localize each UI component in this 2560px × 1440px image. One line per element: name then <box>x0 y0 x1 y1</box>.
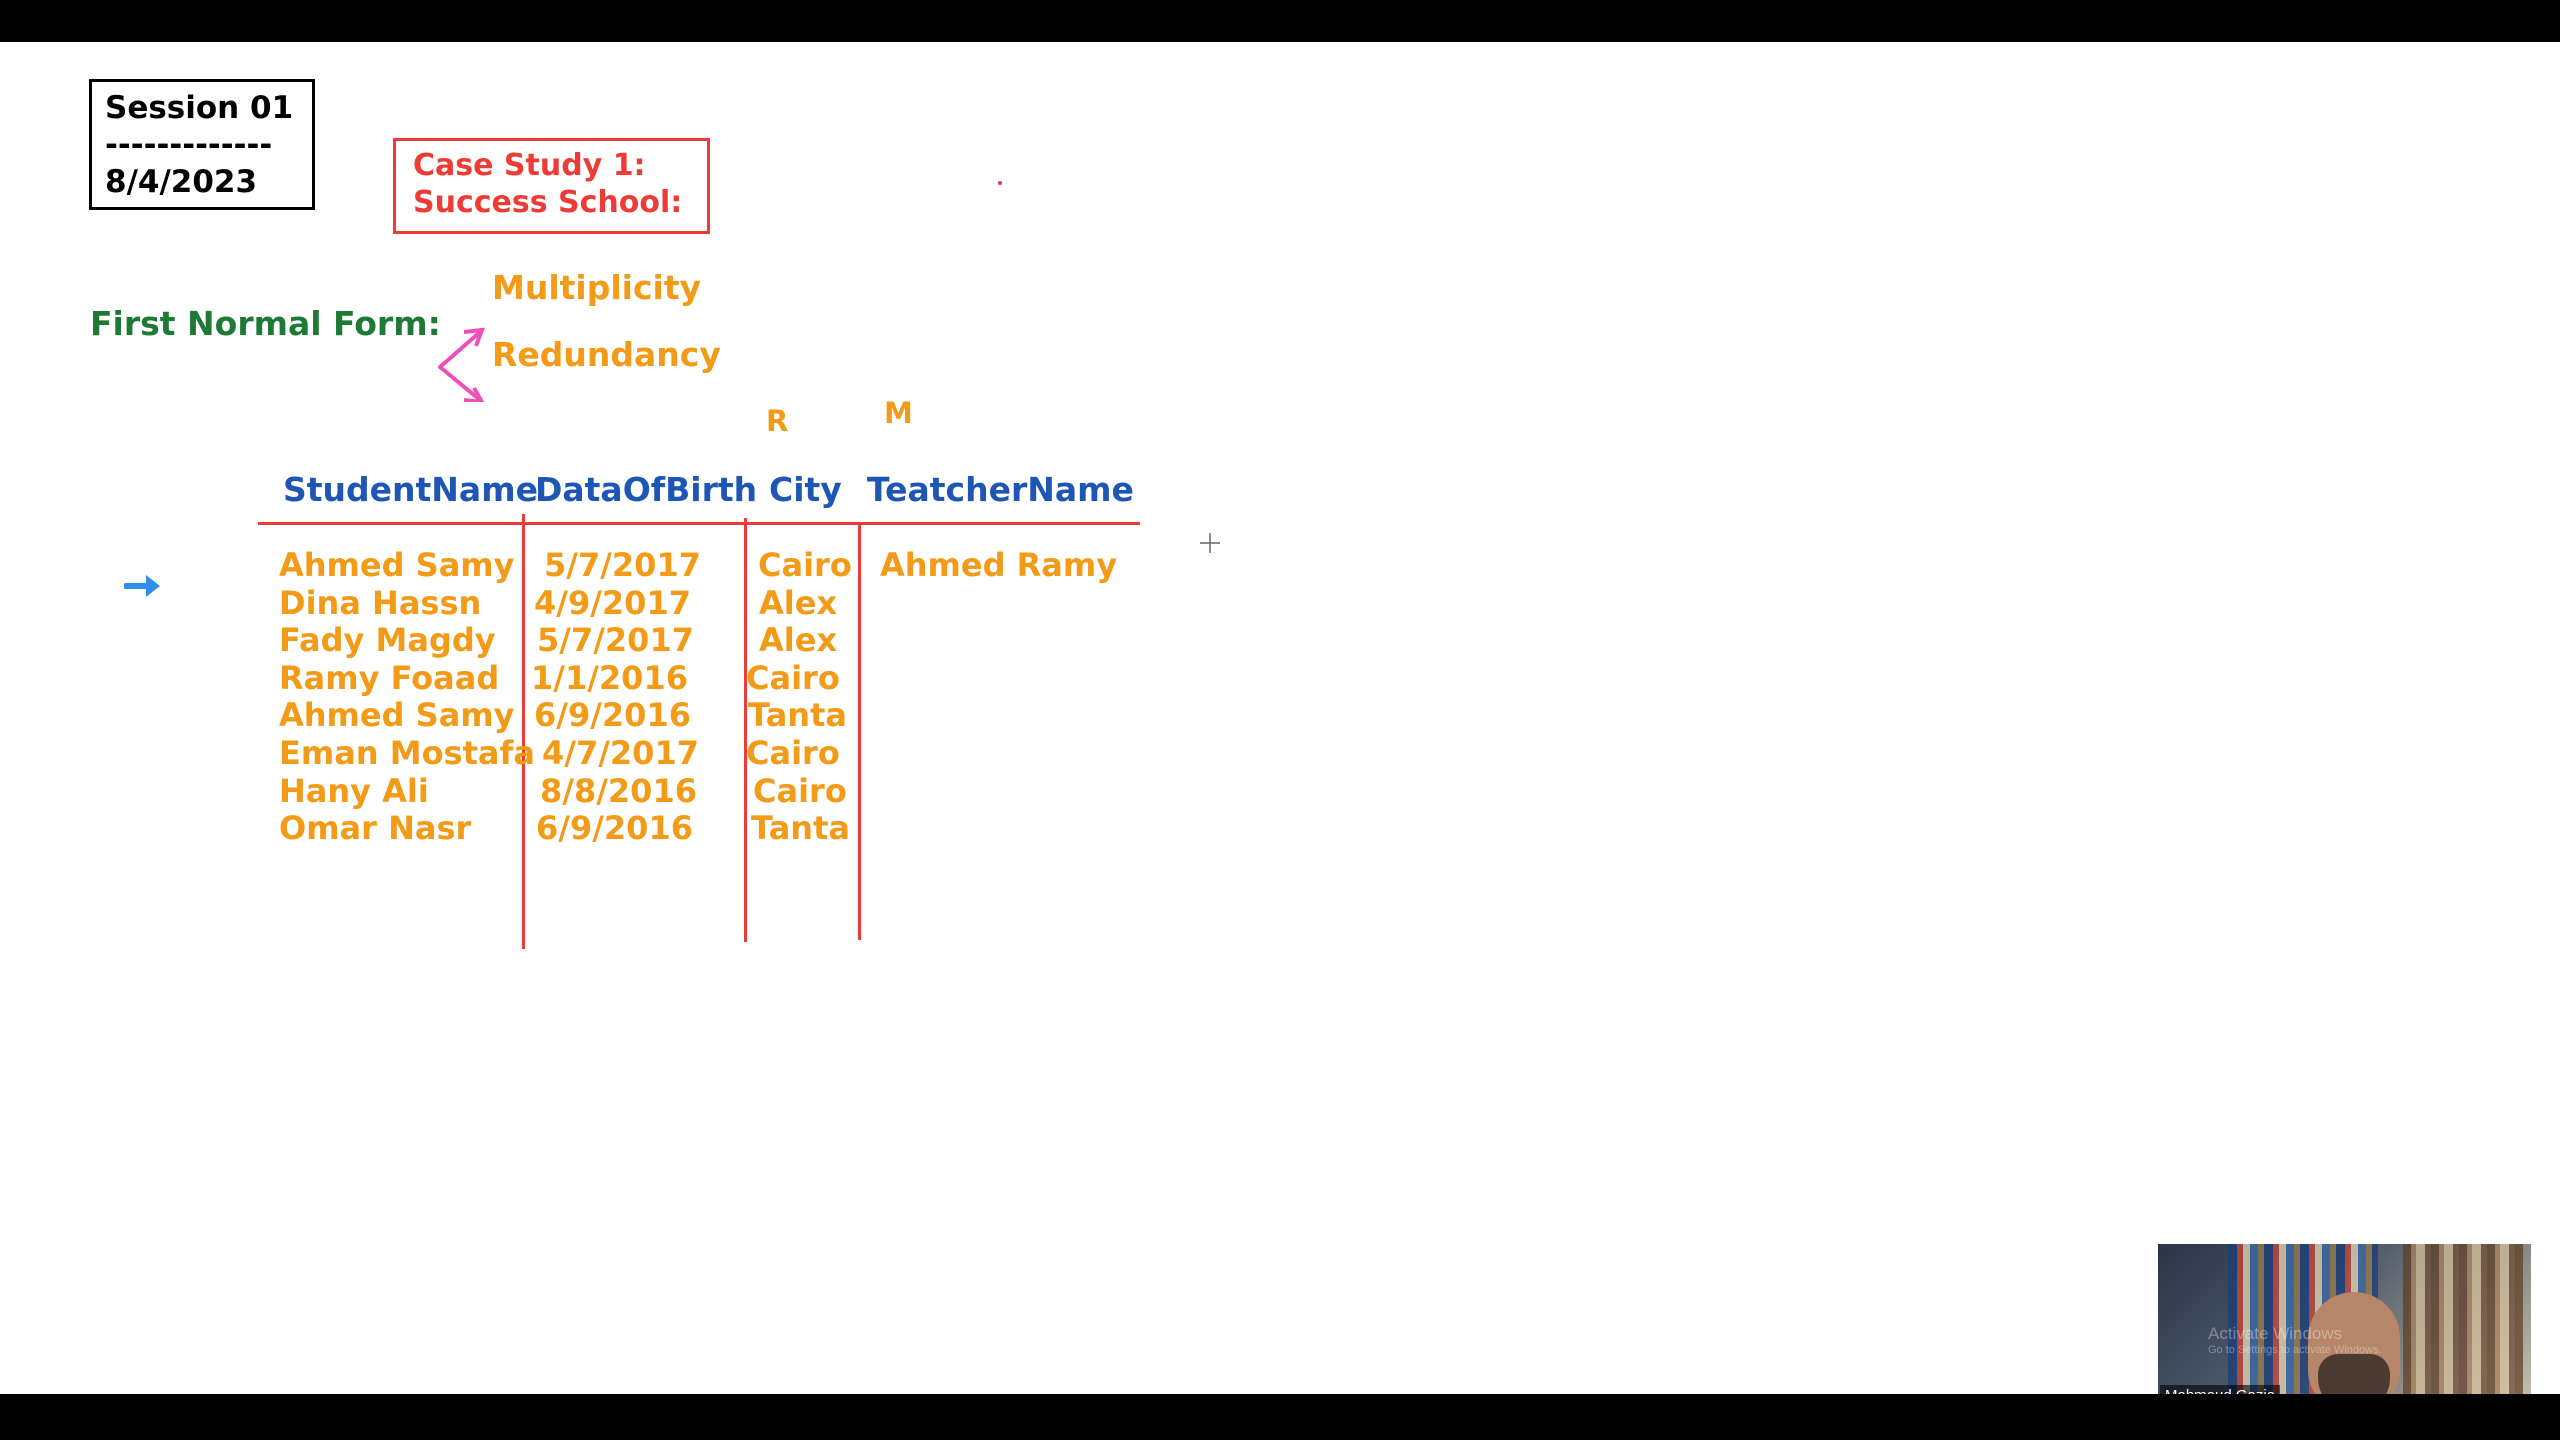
table-cell: Fady Magdy <box>279 621 496 660</box>
first-normal-form-label: First Normal Form: <box>90 304 441 343</box>
session-date: 8/4/2023 <box>105 164 258 200</box>
redundancy-mark: R <box>766 404 789 438</box>
table-cell: Cairo <box>746 658 840 697</box>
table-cell: Ahmed Samy <box>279 696 515 735</box>
whiteboard-canvas[interactable]: Session 01 ------------- 8/4/2023 Case S… <box>0 42 2560 1394</box>
table-cell: 5/7/2017 <box>544 546 701 584</box>
fork-arrows-icon <box>438 327 486 402</box>
table-cell: Tanta <box>751 809 850 848</box>
table-cell: Cairo <box>746 733 840 772</box>
city-column: Cairo Alex Alex Cairo Tanta Cairo Cairo … <box>746 546 852 848</box>
table-cell: Cairo <box>758 546 852 584</box>
redundancy-label: Redundancy <box>492 335 721 374</box>
table-cell: Tanta <box>748 696 847 735</box>
table-cell: Ahmed Samy <box>279 546 515 584</box>
crosshair-cursor-icon <box>1200 533 1220 553</box>
table-cell: Ahmed Ramy <box>880 546 1118 584</box>
ink-dot <box>998 181 1002 185</box>
date-of-birth-column: 5/7/2017 4/9/2017 5/7/2017 1/1/2016 6/9/… <box>531 546 701 848</box>
case-study-box: Case Study 1: Success School: <box>393 138 710 234</box>
student-name-column: Ahmed Samy Dina Hassn Fady Magdy Ramy Fo… <box>279 546 535 848</box>
table-cell: Alex <box>759 583 838 622</box>
session-info-box: Session 01 ------------- 8/4/2023 <box>89 79 315 210</box>
session-divider: ------------- <box>105 127 273 163</box>
table-cell: 8/8/2016 <box>540 771 697 810</box>
table-cell: 4/9/2017 <box>534 583 691 622</box>
table-cell: Ramy Foaad <box>279 658 500 697</box>
multiplicity-label: Multiplicity <box>492 268 702 307</box>
table-cell: Dina Hassn <box>279 583 482 622</box>
table-cell: 4/7/2017 <box>542 733 699 772</box>
table-header-underline <box>258 522 1140 525</box>
participant-video-tile[interactable]: Activate Windows Go to Settings to activ… <box>2158 1244 2531 1394</box>
table-cell: Alex <box>759 621 838 660</box>
table-cell: Eman Mostafa <box>279 733 535 772</box>
table-cell: Cairo <box>753 771 847 810</box>
table-cell: 1/1/2016 <box>531 658 688 697</box>
header-student-name: StudentName <box>283 470 538 509</box>
table-cell: 6/9/2016 <box>534 696 691 735</box>
multiplicity-mark: M <box>884 396 913 430</box>
table-cell: 5/7/2017 <box>537 621 694 660</box>
participant-name-tag: Mahmoud Gazia <box>2160 1385 2281 1394</box>
case-study-line-2: Success School: <box>413 185 683 220</box>
video-person <box>2318 1354 2390 1394</box>
video-background <box>2403 1244 2523 1394</box>
column-divider-3 <box>858 522 861 940</box>
activate-windows-watermark: Activate Windows Go to Settings to activ… <box>2208 1324 2382 1356</box>
session-title: Session 01 <box>105 90 294 126</box>
table-cell: Omar Nasr <box>279 809 472 848</box>
arrow-right-icon <box>124 575 160 597</box>
table-cell: 6/9/2016 <box>536 809 693 848</box>
teacher-name-column: Ahmed Ramy <box>880 546 1118 585</box>
header-teacher-name: TeatcherName <box>867 470 1134 509</box>
case-study-line-1: Case Study 1: <box>413 148 646 183</box>
header-date-of-birth: DataOfBirth <box>535 470 758 509</box>
table-cell: Hany Ali <box>279 771 429 810</box>
header-city: City <box>769 470 842 509</box>
